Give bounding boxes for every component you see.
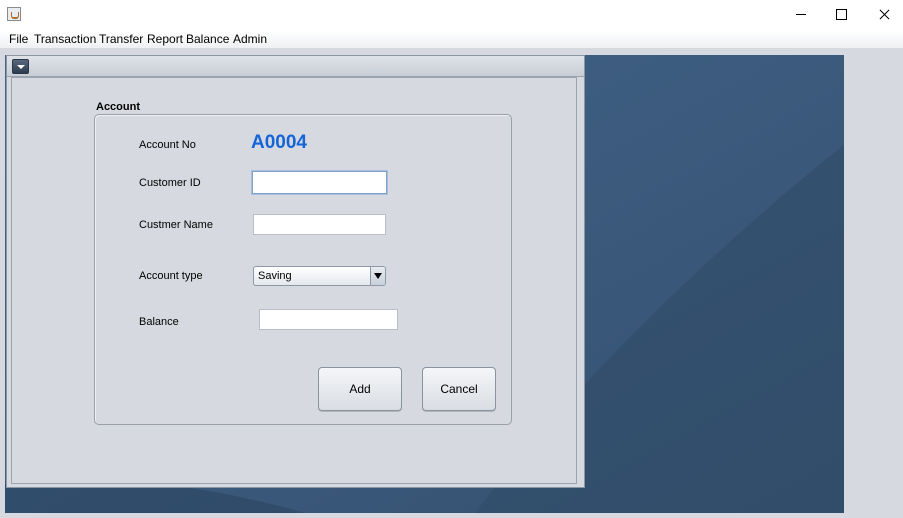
customer-id-input[interactable] [253, 172, 386, 193]
account-no-label: Account No [139, 139, 196, 151]
account-no-value: A0004 [251, 132, 307, 153]
customer-id-label: Customer ID [139, 177, 201, 189]
account-panel-title: Account [96, 101, 140, 113]
menu-transfer[interactable]: Transfer [99, 32, 143, 46]
customer-name-input[interactable] [254, 215, 385, 234]
close-icon[interactable] [862, 0, 903, 30]
account-type-select[interactable]: Saving [253, 266, 386, 286]
maximize-icon[interactable] [820, 0, 864, 30]
dropdown-arrow-icon[interactable] [370, 267, 385, 285]
add-button[interactable]: Add [318, 367, 402, 411]
cancel-button[interactable]: Cancel [422, 367, 496, 411]
menu-bar: File Transaction Transfer Report Balance… [0, 30, 903, 49]
menu-balance[interactable]: Balance [186, 32, 229, 46]
balance-field-box [259, 309, 398, 330]
menu-report[interactable]: Report [147, 32, 183, 46]
account-type-value: Saving [258, 270, 292, 282]
chevron-down-icon[interactable] [12, 59, 29, 74]
menu-transaction[interactable]: Transaction [34, 32, 96, 46]
customer-name-label: Custmer Name [139, 219, 213, 231]
window-title-bar [0, 0, 903, 30]
account-type-label: Account type [139, 270, 203, 282]
menu-admin[interactable]: Admin [233, 32, 267, 46]
minimize-icon[interactable] [780, 0, 824, 30]
menu-file[interactable]: File [9, 32, 28, 46]
balance-label: Balance [139, 316, 179, 328]
customer-id-field-box [252, 171, 387, 194]
java-cup-icon[interactable] [7, 7, 21, 21]
balance-input[interactable] [260, 310, 397, 329]
internal-frame-title-bar [7, 56, 584, 77]
customer-name-field-box [253, 214, 386, 235]
